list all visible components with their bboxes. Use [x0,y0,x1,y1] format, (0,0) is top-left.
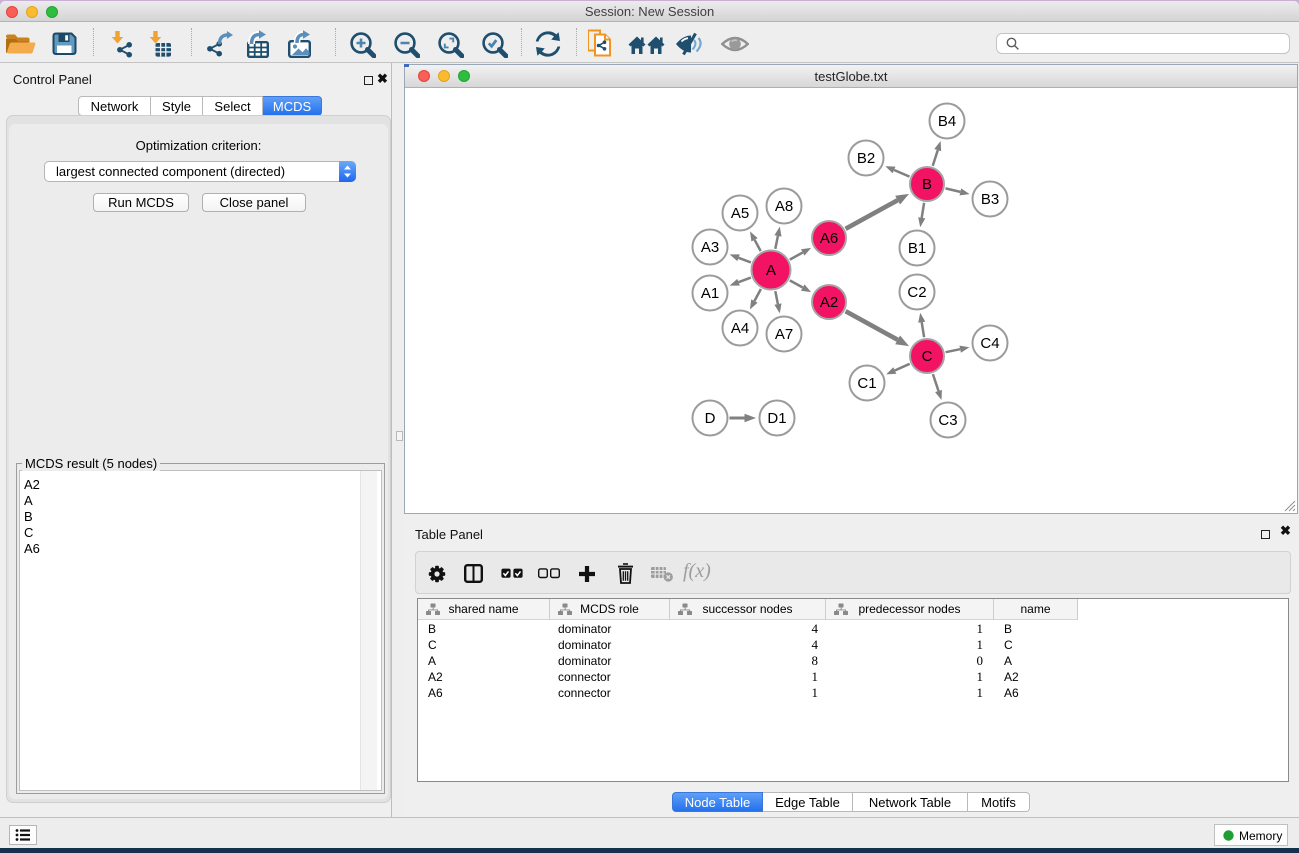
svg-text:A2: A2 [820,294,838,311]
svg-text:A4: A4 [731,320,749,337]
svg-text:A6: A6 [820,230,838,247]
svg-text:D: D [705,410,716,427]
svg-text:A7: A7 [775,326,793,343]
svg-text:C2: C2 [907,284,926,301]
svg-text:B4: B4 [938,113,956,130]
svg-text:C: C [922,348,933,365]
svg-text:C3: C3 [938,412,957,429]
svg-text:C4: C4 [980,335,999,352]
svg-text:B3: B3 [981,191,999,208]
svg-text:D1: D1 [767,410,786,427]
svg-text:B1: B1 [908,240,926,257]
svg-text:A5: A5 [731,205,749,222]
svg-text:A3: A3 [701,239,719,256]
svg-text:A1: A1 [701,285,719,302]
svg-text:A: A [766,262,776,279]
svg-text:B2: B2 [857,150,875,167]
svg-text:A8: A8 [775,198,793,215]
svg-text:B: B [922,176,932,193]
svg-text:C1: C1 [857,375,876,392]
